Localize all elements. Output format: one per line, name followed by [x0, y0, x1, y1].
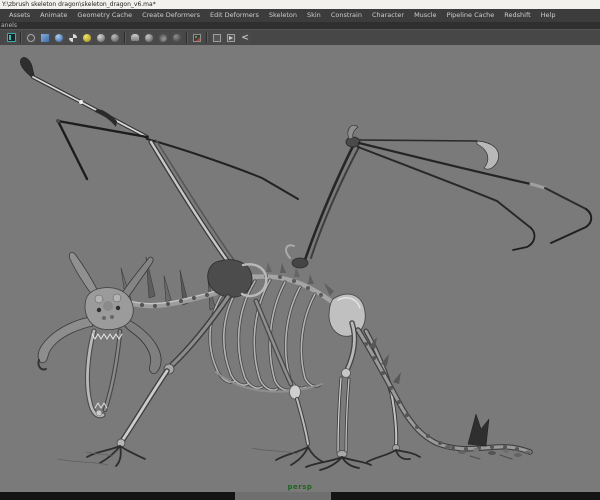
shadows-glyph: [97, 33, 105, 42]
maya-window: Y:\zbrush skeleton dragon\skeleton_drago…: [0, 0, 600, 500]
time-slider-bar: [0, 492, 600, 500]
sphere-glyph-c: [173, 33, 181, 42]
wireframe-icon[interactable]: [25, 31, 37, 44]
menu-item-constrain[interactable]: Constrain: [326, 9, 367, 22]
window-title: Y:\zbrush skeleton dragon\skeleton_drago…: [2, 1, 156, 8]
menu-item-geometry-cache[interactable]: Geometry Cache: [72, 9, 137, 22]
isolate-glyph: [193, 33, 201, 42]
shaded-glyph: [41, 33, 49, 42]
menu-item-pipeline-cache[interactable]: Pipeline Cache: [442, 9, 500, 22]
perspective-viewport[interactable]: persp: [0, 45, 600, 492]
skeleton-dragon-model[interactable]: [20, 57, 593, 471]
cube-icon-b[interactable]: [225, 31, 237, 44]
sphere-icon-a[interactable]: [143, 31, 155, 44]
menu-item-help[interactable]: Help: [536, 9, 561, 22]
smooth-shaded-icon[interactable]: [53, 31, 65, 44]
shaded-cube-icon[interactable]: [39, 31, 51, 44]
toolbar-separator: [186, 32, 188, 43]
toolbar-separator: [206, 32, 208, 43]
camera-label: persp: [287, 483, 313, 491]
lights-glyph: [83, 33, 91, 42]
viewport-toolbar: <: [0, 29, 600, 45]
shadows-icon[interactable]: [95, 31, 107, 44]
menu-item-assets[interactable]: Assets: [4, 9, 35, 22]
lamp-icon[interactable]: [129, 31, 141, 44]
menu-item-animate[interactable]: Animate: [35, 9, 72, 22]
menu-item-create-deformers[interactable]: Create Deformers: [137, 9, 205, 22]
cube-icon-a[interactable]: [211, 31, 223, 44]
cube-glyph-b: [227, 33, 235, 42]
cube-glyph-a: [213, 33, 221, 42]
scroll-thumb[interactable]: [235, 492, 331, 500]
smooth-shaded-glyph: [55, 33, 63, 42]
menu-item-edit-deformers[interactable]: Edit Deformers: [205, 9, 264, 22]
menu-item-muscle[interactable]: Muscle: [409, 9, 442, 22]
menu-item-skin[interactable]: Skin: [302, 9, 326, 22]
menu-item-character[interactable]: Character: [367, 9, 409, 22]
sphere-glyph-a: [145, 33, 153, 42]
panels-menu-label[interactable]: anels: [1, 22, 17, 29]
lamp-glyph: [131, 34, 139, 41]
toolbar-separator: [20, 32, 22, 43]
sphere-glyph-b: [159, 33, 167, 42]
textured-icon[interactable]: [67, 31, 79, 44]
ao-glyph: [111, 33, 119, 42]
sphere-icon-b[interactable]: [157, 31, 169, 44]
textured-glyph: [69, 33, 77, 42]
toolbar-separator: [124, 32, 126, 43]
all-lights-icon[interactable]: [81, 31, 93, 44]
sphere-icon-c[interactable]: [171, 31, 183, 44]
menu-item-skeleton[interactable]: Skeleton: [264, 9, 302, 22]
wireframe-glyph: [27, 33, 35, 42]
menu-item-redshift[interactable]: Redshift: [499, 9, 535, 22]
camera-icon[interactable]: [5, 31, 17, 44]
isolate-select-icon[interactable]: [191, 31, 203, 44]
share-icon[interactable]: <: [239, 31, 251, 44]
viewport-canvas: [20, 57, 593, 471]
ao-icon[interactable]: [109, 31, 121, 44]
camera-glyph: [6, 33, 16, 42]
share-glyph: <: [241, 32, 249, 43]
menu-bar: Assets Animate Geometry Cache Create Def…: [0, 9, 600, 22]
window-title-bar: Y:\zbrush skeleton dragon\skeleton_drago…: [0, 0, 600, 9]
panel-menu-strip: anels: [0, 22, 600, 29]
